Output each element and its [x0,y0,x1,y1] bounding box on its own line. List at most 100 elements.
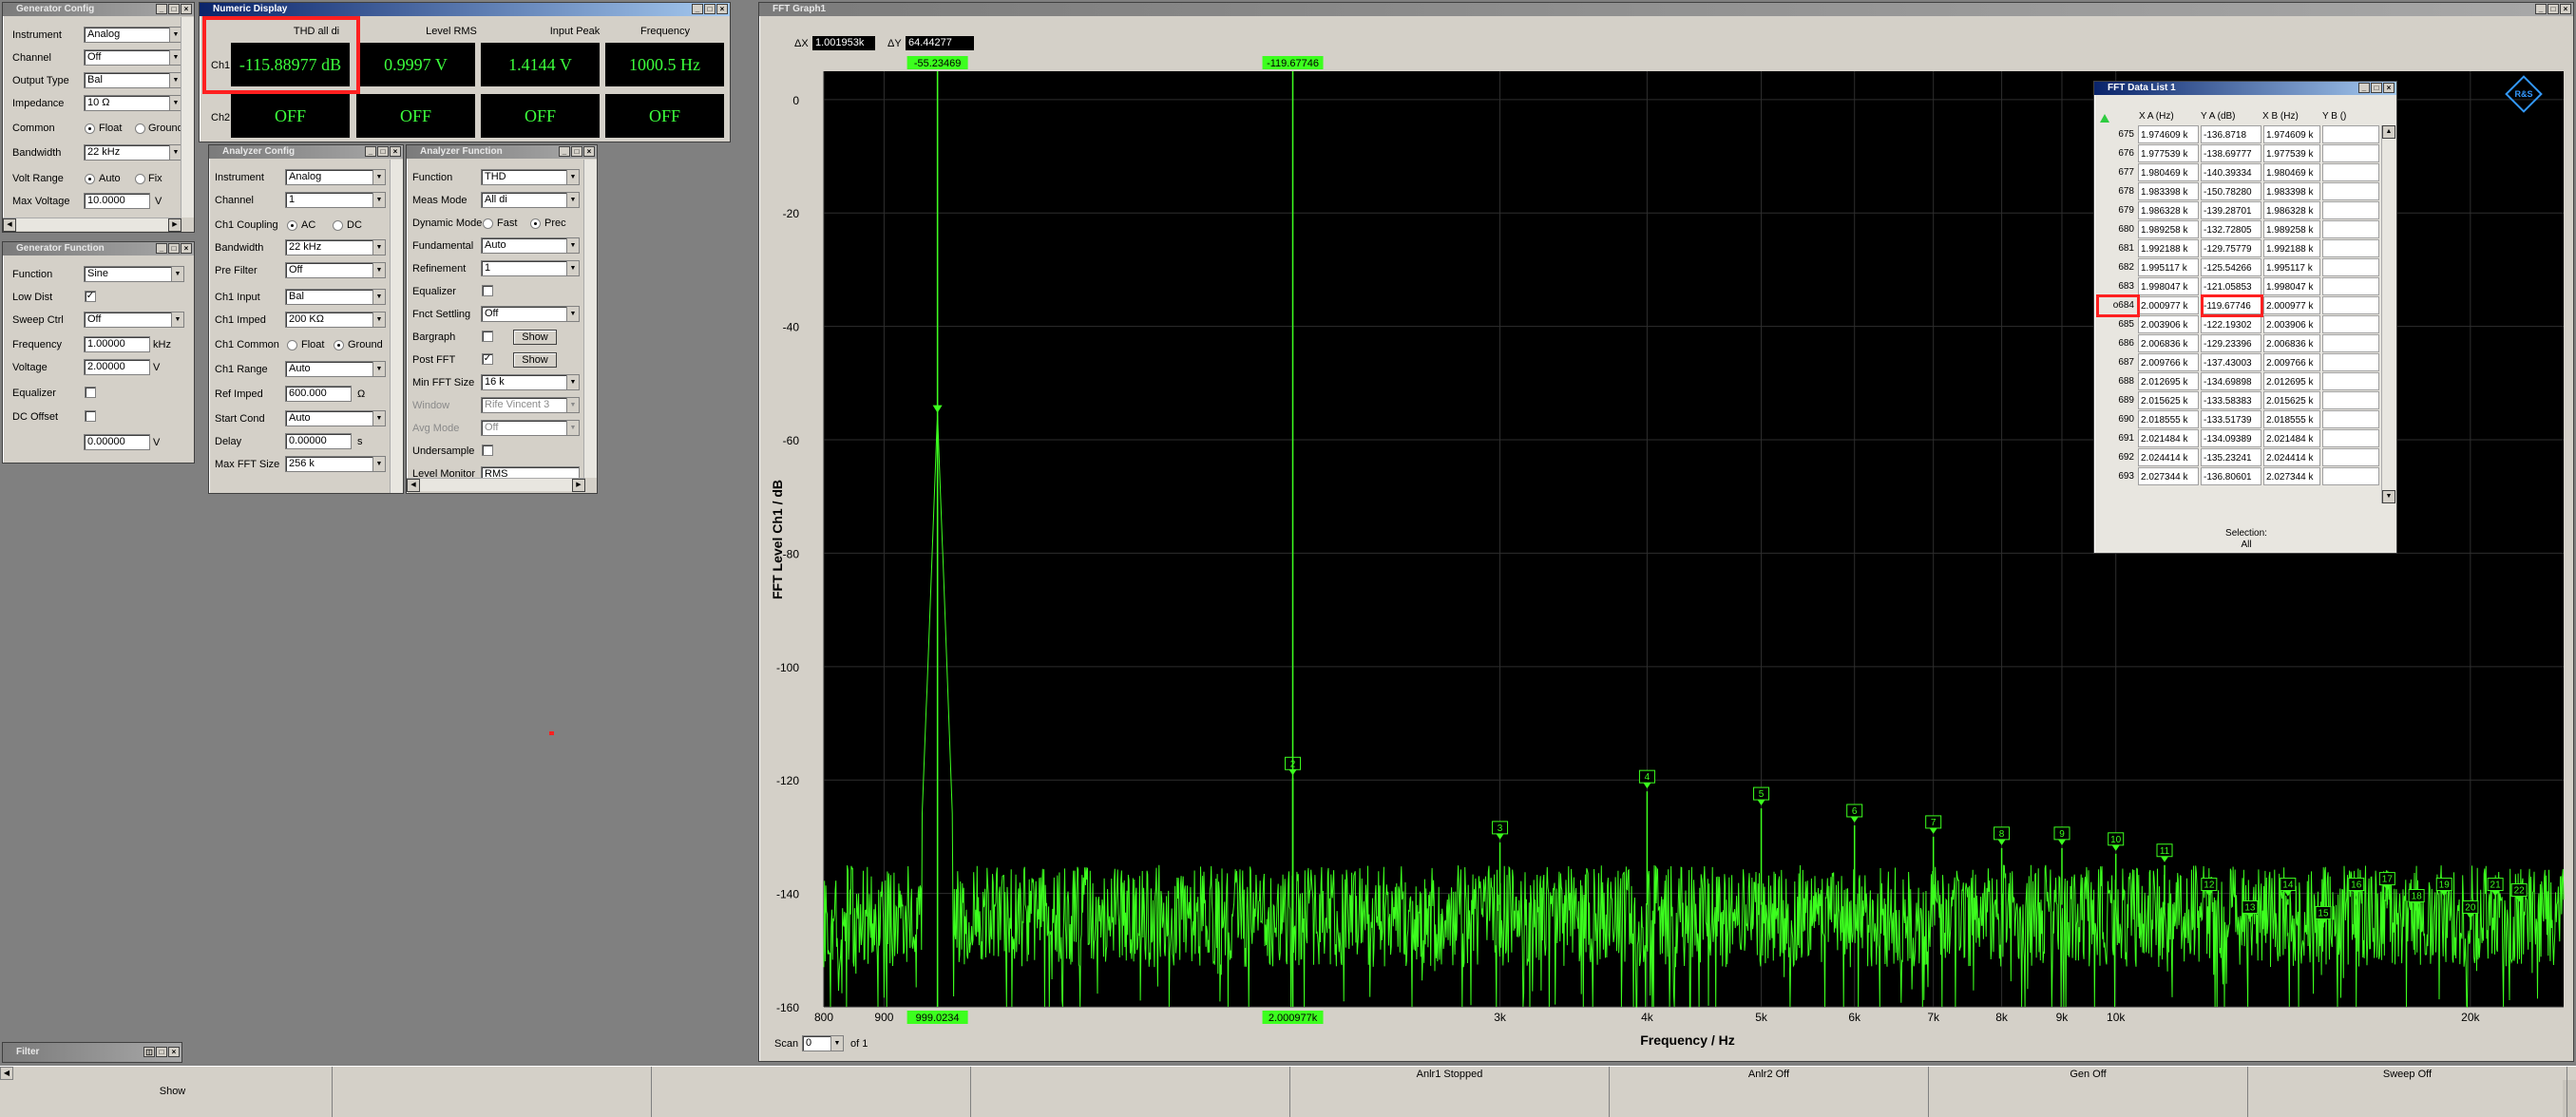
ya-cell[interactable]: -129.23396 [2201,334,2261,352]
coupling-ac-radio[interactable] [287,220,297,231]
voltage-input[interactable]: 2.00000 [84,359,150,375]
xb-cell[interactable]: 1.980469 k [2263,163,2320,181]
low-dist-checkbox[interactable]: ✓ [85,291,96,302]
common-float-radio[interactable] [85,123,95,134]
ya-cell[interactable]: -133.58383 [2201,391,2261,409]
table-row[interactable]: 693 2.027344 k -136.80601 2.027344 k [2094,467,2379,485]
status-cell[interactable]: Sweep Off [2248,1067,2567,1117]
startcond-select[interactable]: Auto ▼ [285,410,386,426]
fundamental-select[interactable]: Auto ▼ [481,237,580,254]
common-ground-radio[interactable] [334,340,344,350]
maxfft-select[interactable]: 256 k ▼ [285,456,386,472]
function-select[interactable]: THD ▼ [481,169,580,185]
table-row[interactable]: 691 2.021484 k -134.09389 2.021484 k [2094,429,2379,447]
xa-cell[interactable]: 2.015625 k [2138,391,2199,409]
table-row[interactable]: 690 2.018555 k -133.51739 2.018555 k [2094,410,2379,428]
instrument-select[interactable]: Analog ▼ [285,169,386,185]
vertical-scrollbar[interactable]: ▲ ▼ [2381,125,2395,503]
yb-cell[interactable] [2322,353,2379,371]
maximize-icon[interactable]: □ [704,4,716,14]
minimize-icon[interactable]: _ [156,243,167,254]
ya-cell[interactable]: -135.23241 [2201,448,2261,466]
table-row[interactable]: 683 1.998047 k -121.05853 1.998047 k [2094,277,2379,295]
xb-cell[interactable]: 2.000977 k [2263,296,2320,314]
level-monitor-select[interactable]: RMS [481,466,580,478]
xa-cell[interactable]: 1.986328 k [2138,201,2199,219]
table-row[interactable]: 679 1.986328 k -139.28701 1.986328 k [2094,201,2379,219]
ya-cell[interactable]: -121.05853 [2201,277,2261,295]
horizontal-scrollbar[interactable]: ◀ ▶ [407,478,585,492]
bargraph-show-button[interactable]: Show [513,330,557,345]
xb-cell[interactable]: 1.995117 k [2263,258,2320,276]
xa-cell[interactable]: 2.024414 k [2138,448,2199,466]
close-icon[interactable]: × [168,1047,180,1057]
prefilter-select[interactable]: Off ▼ [285,262,386,278]
undersample-checkbox[interactable] [482,445,493,456]
yb-cell[interactable] [2322,277,2379,295]
fnctsettling-select[interactable]: Off ▼ [481,306,580,322]
maximize-icon[interactable]: □ [2547,4,2559,14]
fft-graph-titlebar[interactable]: FFT Graph1 _ □ × [759,3,2573,16]
equalizer-checkbox[interactable] [85,387,96,398]
ya-cell[interactable]: -122.19302 [2201,315,2261,333]
dynmode-prec-radio[interactable] [530,218,541,229]
minimize-icon[interactable]: _ [692,4,703,14]
common-ground-radio[interactable] [135,123,145,134]
dynmode-fast-radio[interactable] [483,218,493,229]
xb-cell[interactable]: 1.998047 k [2263,277,2320,295]
status-cell[interactable] [971,1067,1290,1117]
minimize-icon[interactable]: _ [2535,4,2547,14]
yb-cell[interactable] [2322,258,2379,276]
close-icon[interactable]: × [390,146,401,157]
yb-cell[interactable] [2322,372,2379,390]
generator-config-titlebar[interactable]: Generator Config _ □ × [3,3,194,16]
minfft-select[interactable]: 16 k ▼ [481,374,580,390]
xa-cell[interactable]: 2.012695 k [2138,372,2199,390]
xa-cell[interactable]: 1.974609 k [2138,125,2199,143]
ya-cell[interactable]: -129.75779 [2201,239,2261,257]
measmode-select[interactable]: All di ▼ [481,192,580,208]
ya-cell[interactable]: -125.54266 [2201,258,2261,276]
xa-cell[interactable]: 2.021484 k [2138,429,2199,447]
xb-cell[interactable]: 1.974609 k [2263,125,2320,143]
xa-cell[interactable]: 1.998047 k [2138,277,2199,295]
maximize-icon[interactable]: □ [168,243,180,254]
maximize-icon[interactable]: □ [571,146,582,157]
minimize-icon[interactable]: _ [559,146,570,157]
sort-up-icon[interactable] [2100,114,2109,123]
maximize-icon[interactable]: □ [168,4,180,14]
table-row[interactable]: 688 2.012695 k -134.69898 2.012695 k [2094,372,2379,390]
yb-cell[interactable] [2322,163,2379,181]
scroll-right-icon[interactable]: ▶ [572,479,585,492]
xb-cell[interactable]: 1.977539 k [2263,144,2320,162]
bandwidth-select[interactable]: 22 kHz ▼ [84,144,182,161]
close-icon[interactable]: × [181,4,192,14]
close-icon[interactable]: × [583,146,595,157]
dc-offset-input[interactable]: 0.00000 [84,434,150,450]
vertical-scrollbar[interactable] [390,160,403,493]
yb-cell[interactable] [2322,144,2379,162]
dc-offset-checkbox[interactable] [85,410,96,422]
scroll-up-icon[interactable]: ▲ [2382,125,2395,139]
xb-cell[interactable]: 2.003906 k [2263,315,2320,333]
xa-cell[interactable]: 1.980469 k [2138,163,2199,181]
input-select[interactable]: Bal ▼ [285,289,386,305]
table-row[interactable]: 676 1.977539 k -138.69777 1.977539 k [2094,144,2379,162]
vertical-scrollbar[interactable] [181,17,194,218]
xa-cell[interactable]: 2.006836 k [2138,334,2199,352]
ya-cell[interactable]: -136.80601 [2201,467,2261,485]
scroll-right-icon[interactable]: ▶ [168,218,181,232]
yb-cell[interactable] [2322,467,2379,485]
bandwidth-select[interactable]: 22 kHz ▼ [285,239,386,256]
status-left-icon[interactable]: ◀ [0,1067,13,1080]
yb-cell[interactable] [2322,448,2379,466]
analyzer-config-titlebar[interactable]: Analyzer Config _ □ × [209,145,403,159]
xa-cell[interactable]: 1.977539 k [2138,144,2199,162]
status-cell[interactable] [333,1067,652,1117]
xb-cell[interactable]: 2.009766 k [2263,353,2320,371]
ya-cell[interactable]: -137.43003 [2201,353,2261,371]
xb-cell[interactable]: 2.015625 k [2263,391,2320,409]
xa-cell[interactable]: 2.000977 k [2138,296,2199,314]
col-header-ya[interactable]: Y A (dB) [2201,111,2236,122]
xb-cell[interactable]: 1.986328 k [2263,201,2320,219]
